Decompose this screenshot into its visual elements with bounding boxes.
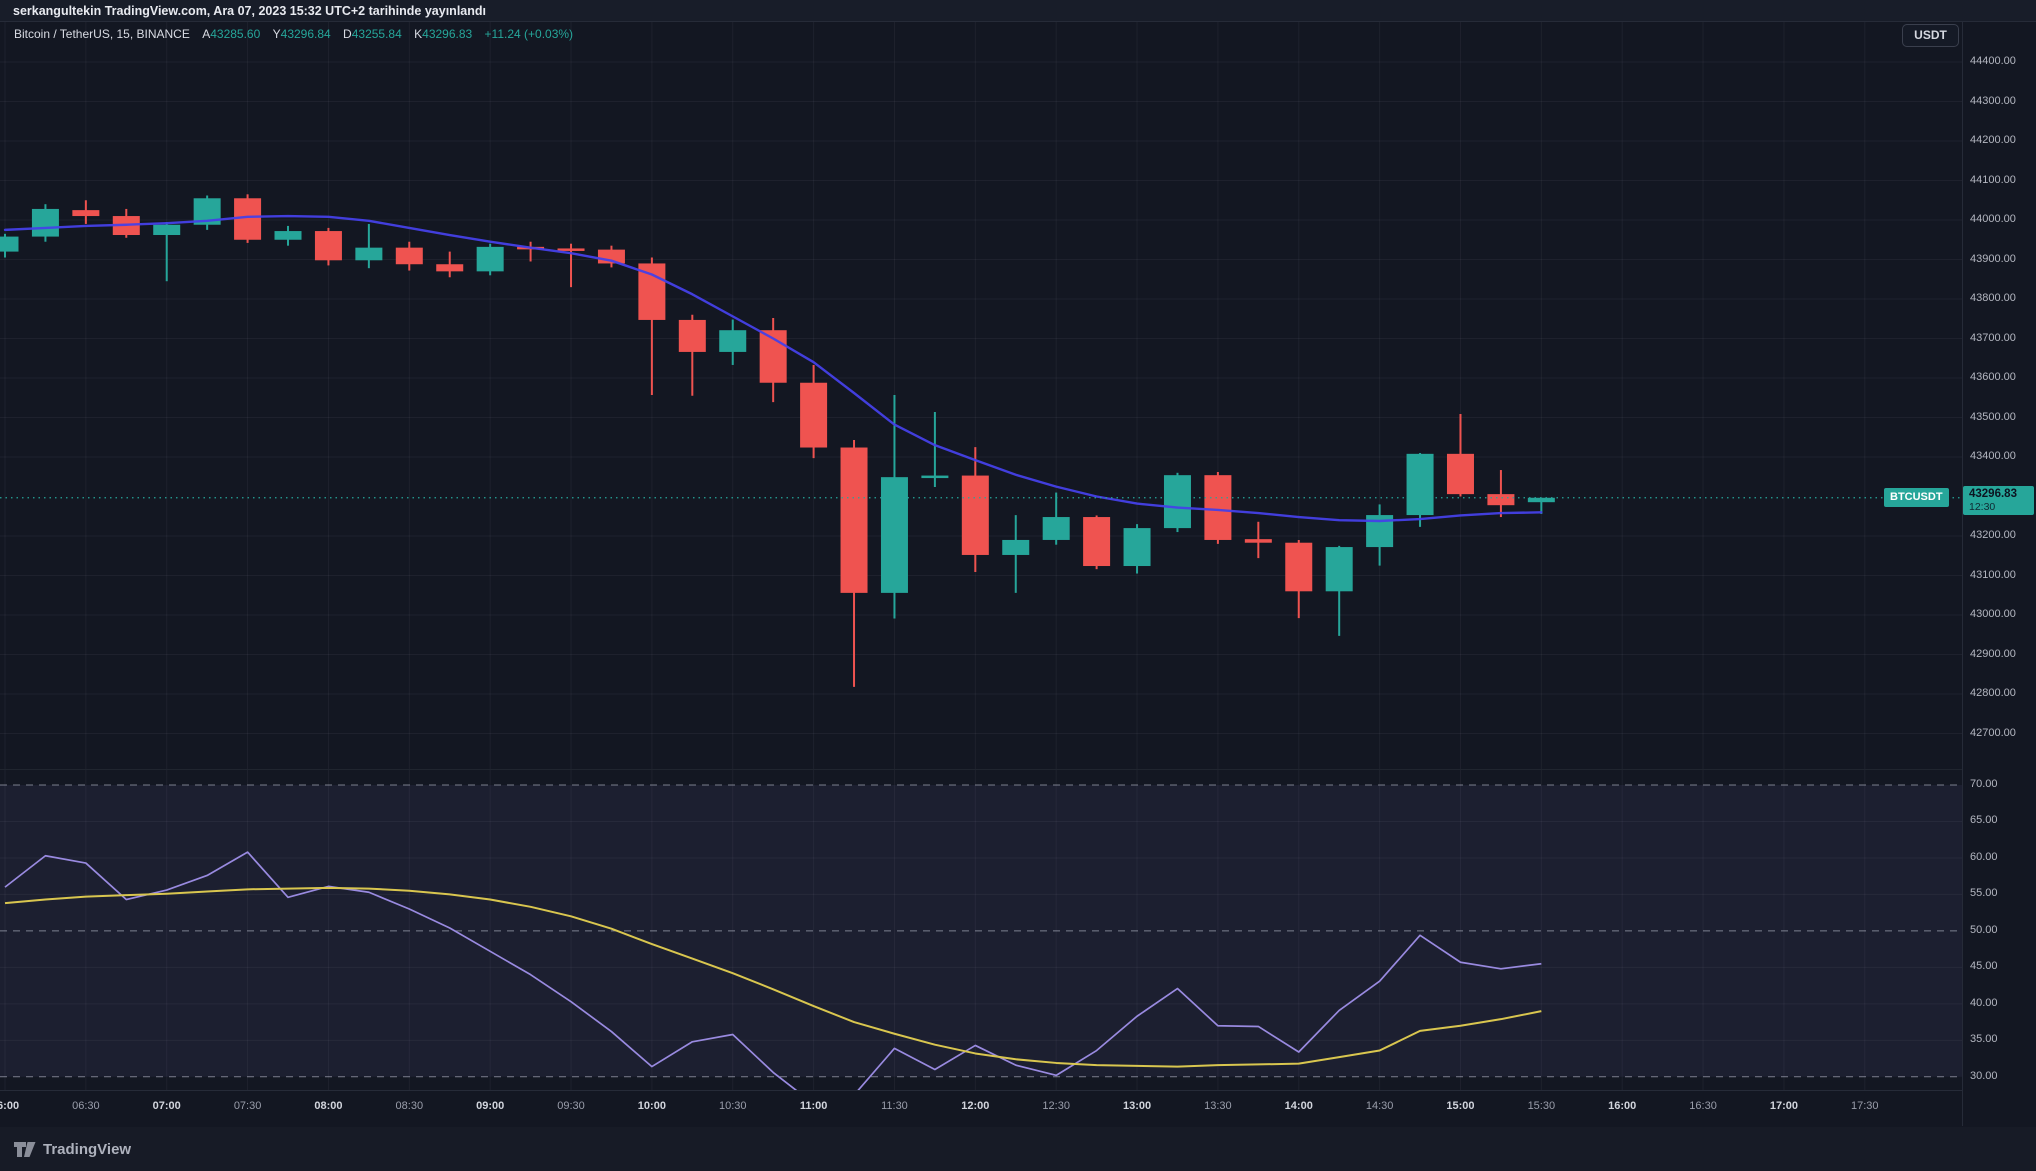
tradingview-logo-icon[interactable] bbox=[14, 1142, 36, 1157]
last-price-value: 43296.83 bbox=[1969, 487, 2034, 501]
rsi-tick-label: 55.00 bbox=[1970, 887, 1998, 899]
high-value: 43296.84 bbox=[281, 27, 331, 41]
tradingview-brand-text[interactable]: TradingView bbox=[43, 1141, 131, 1158]
time-tick-label: 16:00 bbox=[1608, 1100, 1636, 1112]
time-tick-label: 10:30 bbox=[719, 1100, 747, 1112]
rsi-tick-label: 45.00 bbox=[1970, 960, 1998, 972]
high-label: Y bbox=[273, 27, 281, 41]
price-tick-label: 44400.00 bbox=[1970, 55, 2016, 67]
rsi-tick-label: 35.00 bbox=[1970, 1033, 1998, 1045]
low-value: 43255.84 bbox=[352, 27, 402, 41]
time-tick-label: 15:00 bbox=[1446, 1100, 1474, 1112]
chart-canvas[interactable] bbox=[0, 0, 2036, 1171]
rsi-tick-label: 60.00 bbox=[1970, 851, 1998, 863]
currency-toggle-button[interactable]: USDT bbox=[1902, 24, 1959, 47]
time-tick-label: 06:00 bbox=[0, 1100, 19, 1112]
price-tick-label: 43000.00 bbox=[1970, 608, 2016, 620]
last-price-symbol-tag: BTCUSDT bbox=[1884, 488, 1949, 507]
time-tick-label: 09:00 bbox=[476, 1100, 504, 1112]
price-tick-label: 44300.00 bbox=[1970, 95, 2016, 107]
time-tick-label: 06:30 bbox=[72, 1100, 100, 1112]
time-tick-label: 17:00 bbox=[1770, 1100, 1798, 1112]
footer: TradingView bbox=[0, 1126, 2036, 1171]
price-tick-label: 43500.00 bbox=[1970, 411, 2016, 423]
price-tick-label: 43900.00 bbox=[1970, 253, 2016, 265]
bar-countdown: 12:30 bbox=[1969, 501, 2034, 513]
price-axis[interactable]: 44400.00 44300.00 44200.00 44100.00 44000.00… bbox=[1962, 22, 2036, 1126]
price-tick-label: 43800.00 bbox=[1970, 292, 2016, 304]
time-tick-label: 16:30 bbox=[1689, 1100, 1717, 1112]
low-label: D bbox=[343, 27, 352, 41]
price-tick-label: 43100.00 bbox=[1970, 569, 2016, 581]
price-tick-label: 43600.00 bbox=[1970, 371, 2016, 383]
price-tick-label: 44200.00 bbox=[1970, 134, 2016, 146]
publish-banner-text: serkangultekin TradingView.com, Ara 07, … bbox=[13, 4, 486, 18]
rsi-tick-label: 40.00 bbox=[1970, 997, 1998, 1009]
time-tick-label: 09:30 bbox=[557, 1100, 585, 1112]
close-value: 43296.83 bbox=[422, 27, 472, 41]
last-price-label: 43296.83 12:30 bbox=[1963, 486, 2034, 515]
close-label: K bbox=[414, 27, 422, 41]
symbol-title[interactable]: Bitcoin / TetherUS, 15, BINANCE bbox=[14, 27, 190, 41]
change-value: +11.24 (+0.03%) bbox=[485, 27, 574, 41]
time-tick-label: 13:30 bbox=[1204, 1100, 1232, 1112]
time-tick-label: 14:00 bbox=[1285, 1100, 1313, 1112]
time-tick-label: 08:00 bbox=[314, 1100, 342, 1112]
time-tick-label: 10:00 bbox=[638, 1100, 666, 1112]
rsi-tick-label: 70.00 bbox=[1970, 778, 1998, 790]
time-tick-label: 14:30 bbox=[1366, 1100, 1394, 1112]
price-tick-label: 44000.00 bbox=[1970, 213, 2016, 225]
price-tick-label: 43200.00 bbox=[1970, 529, 2016, 541]
time-tick-label: 08:30 bbox=[396, 1100, 424, 1112]
symbol-info-bar[interactable]: Bitcoin / TetherUS, 15, BINANCE A43285.6… bbox=[14, 27, 573, 41]
rsi-tick-label: 65.00 bbox=[1970, 814, 1998, 826]
price-tick-label: 43700.00 bbox=[1970, 332, 2016, 344]
time-tick-label: 07:30 bbox=[234, 1100, 262, 1112]
time-tick-label: 11:00 bbox=[800, 1100, 828, 1112]
price-tick-label: 42800.00 bbox=[1970, 687, 2016, 699]
open-value: 43285.60 bbox=[210, 27, 260, 41]
price-tick-label: 42700.00 bbox=[1970, 727, 2016, 739]
time-axis[interactable]: 06:00 06:30 07:00 07:30 08:00 08:30 09:00 09:30… bbox=[0, 1090, 2036, 1127]
publish-banner: serkangultekin TradingView.com, Ara 07, … bbox=[0, 0, 2036, 22]
time-tick-label: 13:00 bbox=[1123, 1100, 1151, 1112]
rsi-tick-label: 30.00 bbox=[1970, 1070, 1998, 1082]
pane-divider[interactable] bbox=[0, 769, 1962, 770]
time-tick-label: 17:30 bbox=[1851, 1100, 1879, 1112]
time-tick-label: 12:00 bbox=[961, 1100, 989, 1112]
rsi-tick-label: 50.00 bbox=[1970, 924, 1998, 936]
time-tick-label: 11:30 bbox=[881, 1100, 908, 1112]
time-tick-label: 15:30 bbox=[1528, 1100, 1556, 1112]
time-tick-label: 12:30 bbox=[1042, 1100, 1070, 1112]
time-tick-label: 07:00 bbox=[153, 1100, 181, 1112]
tradingview-published-chart: serkangultekin TradingView.com, Ara 07, … bbox=[0, 0, 2036, 1171]
price-tick-label: 44100.00 bbox=[1970, 174, 2016, 186]
price-tick-label: 42900.00 bbox=[1970, 648, 2016, 660]
price-tick-label: 43400.00 bbox=[1970, 450, 2016, 462]
